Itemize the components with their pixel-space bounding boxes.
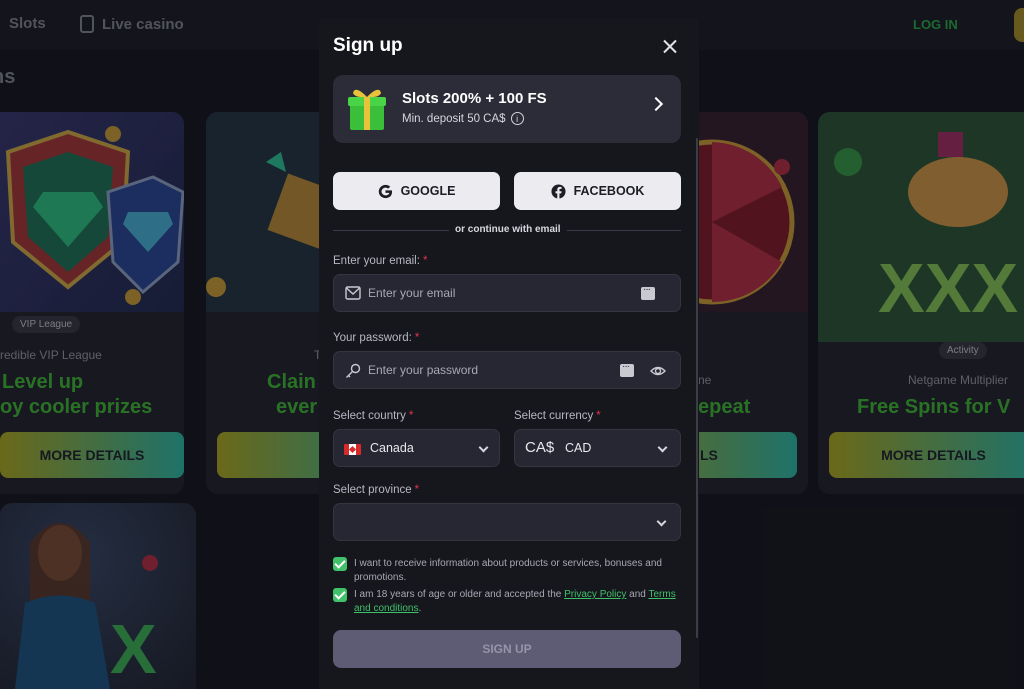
required-marker: *	[408, 410, 414, 422]
country-label: Select country *	[333, 410, 413, 422]
modal-scrollbar[interactable]	[696, 138, 698, 638]
province-select[interactable]	[333, 503, 681, 541]
email-field-wrapper	[333, 274, 681, 312]
country-value: Canada	[370, 441, 414, 455]
chevron-right-icon	[648, 96, 664, 112]
bonus-title: Slots 200% + 100 FS	[402, 90, 547, 107]
canada-flag-icon	[344, 444, 361, 455]
google-label: GOOGLE	[400, 184, 456, 198]
currency-label-text: Select currency	[514, 410, 594, 422]
province-label: Select province *	[333, 484, 419, 496]
required-marker: *	[422, 255, 428, 267]
privacy-policy-link[interactable]: Privacy Policy	[564, 589, 626, 600]
email-field[interactable]	[368, 275, 628, 311]
modal-title: Sign up	[333, 35, 403, 56]
google-icon	[378, 184, 392, 198]
currency-symbol: CA$	[525, 439, 555, 456]
key-icon	[346, 363, 361, 378]
chevron-down-icon	[657, 442, 668, 453]
envelope-icon	[345, 286, 361, 300]
country-label-text: Select country	[333, 410, 406, 422]
currency-select[interactable]: CA$ CAD	[514, 429, 681, 467]
signup-button[interactable]: SIGN UP	[333, 630, 681, 668]
bonus-selector[interactable]: Slots 200% + 100 FS Min. deposit 50 CA$ …	[333, 75, 681, 143]
province-label-text: Select province	[333, 484, 412, 496]
signup-modal: Sign up Slots 200% + 100 FS Min. deposit…	[319, 18, 699, 689]
country-select[interactable]: Canada	[333, 429, 500, 467]
password-field[interactable]	[368, 352, 628, 388]
age-consent-text: I am 18 years of age or older and accept…	[354, 588, 679, 616]
email-label: Enter your email: *	[333, 255, 427, 267]
required-marker: *	[596, 410, 601, 422]
email-label-text: Enter your email:	[333, 255, 420, 267]
age-consent-suffix: .	[418, 603, 422, 614]
bonus-min-deposit: Min. deposit 50 CA$	[402, 112, 506, 125]
marketing-consent-checkbox[interactable]	[333, 557, 347, 571]
chevron-down-icon	[478, 442, 489, 453]
marketing-consent-text: I want to receive information about prod…	[354, 558, 662, 583]
chevron-down-icon	[656, 516, 667, 527]
close-icon[interactable]	[659, 36, 681, 58]
age-consent-and: and	[629, 589, 646, 600]
facebook-signup-button[interactable]: FACEBOOK	[514, 172, 681, 210]
facebook-label: FACEBOOK	[573, 184, 645, 198]
age-consent-checkbox[interactable]	[333, 588, 347, 602]
required-marker: *	[414, 332, 420, 344]
info-icon[interactable]: i	[510, 112, 524, 125]
age-consent-prefix: I am 18 years of age or older and accept…	[354, 589, 562, 600]
facebook-icon	[551, 183, 566, 199]
google-signup-button[interactable]: GOOGLE	[333, 172, 500, 210]
divider-text: or continue with email	[449, 224, 567, 235]
autofill-icon[interactable]	[641, 284, 655, 300]
gift-icon	[348, 89, 386, 130]
signup-label: SIGN UP	[482, 642, 532, 656]
password-label-text: Your password:	[333, 332, 412, 344]
eye-icon[interactable]	[650, 363, 666, 379]
password-field-wrapper	[333, 351, 681, 389]
password-label: Your password: *	[333, 332, 419, 344]
autofill-icon[interactable]	[620, 361, 634, 377]
currency-label: Select currency *	[514, 410, 601, 422]
bonus-subtitle: Min. deposit 50 CA$ i	[402, 112, 524, 125]
required-marker: *	[414, 484, 420, 496]
currency-value: CAD	[565, 441, 592, 455]
